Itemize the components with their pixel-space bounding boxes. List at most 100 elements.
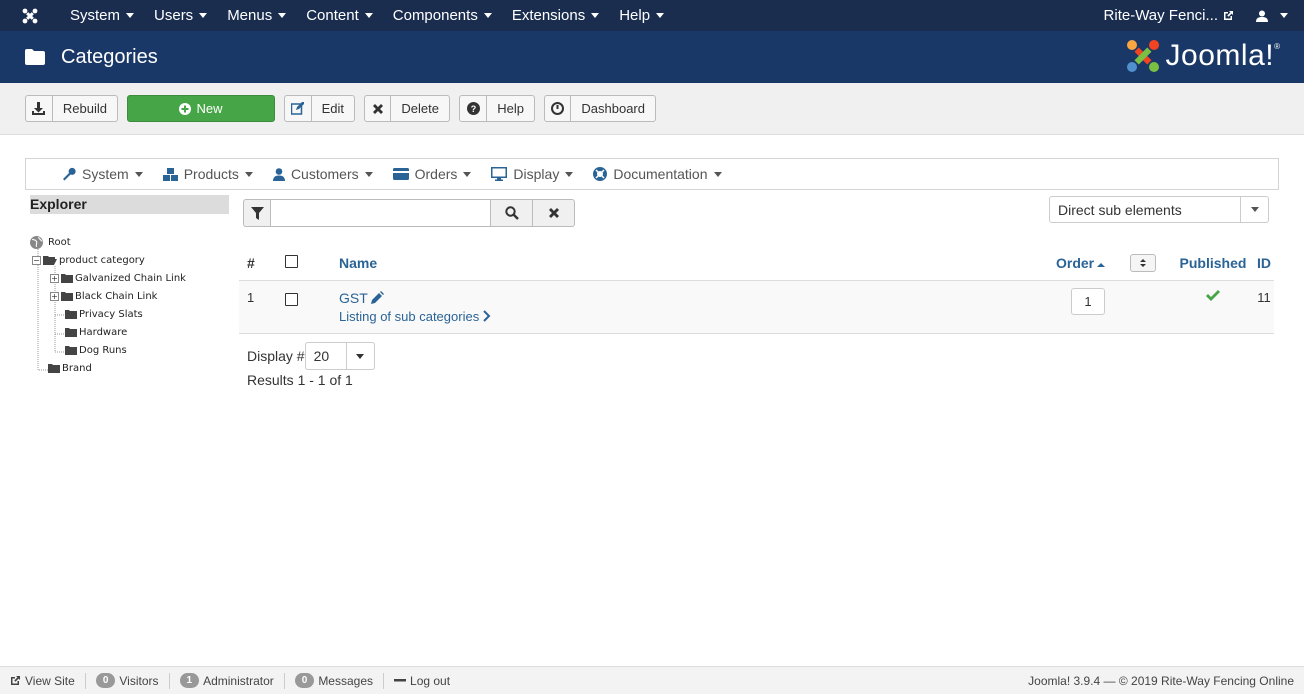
row-checkbox-cell <box>285 280 339 334</box>
tree-node-root[interactable]: Root <box>30 235 71 249</box>
menu-components[interactable]: Components <box>383 0 502 31</box>
menu-extensions[interactable]: Extensions <box>502 0 609 31</box>
expand-icon[interactable]: + <box>50 273 59 283</box>
lifebuoy-icon <box>593 167 608 181</box>
category-name-link[interactable]: GST <box>339 290 368 306</box>
search-icon <box>504 206 519 220</box>
caret-down-icon <box>1280 13 1288 18</box>
folder-icon <box>65 346 77 355</box>
subnav-system[interactable]: System <box>62 166 143 182</box>
page-title: Categories <box>61 45 158 68</box>
search-input[interactable] <box>271 199 491 227</box>
copyright-text: Joomla! 3.9.4 — © 2019 Rite-Way Fencing … <box>1028 673 1294 688</box>
new-button[interactable]: New <box>127 95 275 122</box>
column-header-order[interactable]: Order <box>1056 247 1130 281</box>
subnav-display[interactable]: Display <box>491 166 574 182</box>
page-header: Categories Joomla! ® <box>0 31 1304 83</box>
visitors-status: 0 Visitors <box>86 672 170 689</box>
pencil-icon[interactable] <box>370 291 384 304</box>
view-site-link[interactable]: View Site <box>0 672 86 689</box>
user-icon <box>272 167 285 181</box>
order-input[interactable]: 1 <box>1071 287 1105 315</box>
logout-link[interactable]: Log out <box>384 673 460 689</box>
pagination-limit: Display # 20 <box>247 342 375 370</box>
close-icon <box>548 208 559 218</box>
sub-categories-link[interactable]: Listing of sub categories <box>339 309 479 324</box>
subnav-documentation[interactable]: Documentation <box>593 166 722 182</box>
caret-down-icon <box>364 13 373 18</box>
caret-down-icon <box>345 343 374 369</box>
column-header-id[interactable]: ID <box>1254 247 1274 281</box>
status-bar: View Site 0 Visitors 1 Administrator 0 M… <box>0 666 1304 694</box>
explorer-title: Explorer <box>30 195 229 214</box>
external-link-icon <box>11 676 20 685</box>
subnav-products[interactable]: Products <box>162 166 253 182</box>
row-published-cell <box>1172 280 1254 334</box>
filter-toggle-button[interactable] <box>243 199 271 227</box>
rebuild-button[interactable]: Rebuild <box>25 95 118 122</box>
tree-node-galvanized[interactable]: + Galvanized Chain Link <box>50 271 186 285</box>
tree-node-black-chain-link[interactable]: + Black Chain Link <box>50 289 157 303</box>
collapse-icon[interactable]: − <box>32 255 41 265</box>
row-checkbox[interactable] <box>285 292 298 306</box>
user-icon <box>1256 10 1268 22</box>
help-button[interactable]: ? Help <box>459 95 535 122</box>
column-header-num: # <box>239 247 285 281</box>
menu-content[interactable]: Content <box>296 0 383 31</box>
visitors-badge: 0 <box>95 673 116 688</box>
folder-icon <box>65 328 77 337</box>
toolbar: Rebuild New Edit Delete ? Help Dashboard <box>0 83 1304 135</box>
wrench-icon <box>63 167 76 181</box>
column-header-published[interactable]: Published <box>1172 247 1254 281</box>
caret-down-icon <box>591 13 600 18</box>
row-name-cell: GST Listing of sub categories <box>339 280 1056 334</box>
category-explorer: Explorer Root − product category + Galva… <box>30 195 229 374</box>
admin-status: 1 Administrator <box>170 672 285 689</box>
messages-status[interactable]: 0 Messages <box>285 672 385 689</box>
dashboard-button[interactable]: Dashboard <box>544 95 656 122</box>
display-number-select[interactable]: 20 <box>304 342 375 370</box>
tree-node-brand[interactable]: Brand <box>48 361 92 375</box>
caret-down-icon <box>134 171 143 177</box>
tree-node-privacy-slats[interactable]: Privacy Slats <box>65 307 143 321</box>
folder-icon <box>48 364 60 373</box>
folder-open-icon <box>43 256 57 265</box>
admin-menubar: System Users Menus Content Components Ex… <box>0 0 1304 31</box>
globe-icon <box>30 235 43 249</box>
depth-filter-select[interactable]: Direct sub elements <box>1049 196 1269 223</box>
edit-icon <box>285 96 312 121</box>
user-menu[interactable] <box>1244 10 1304 22</box>
tree-node-hardware[interactable]: Hardware <box>65 325 127 339</box>
column-header-name[interactable]: Name <box>339 247 1056 281</box>
menu-users[interactable]: Users <box>144 0 217 31</box>
select-all-checkbox[interactable] <box>285 255 298 269</box>
subnav-orders[interactable]: Orders <box>392 166 472 182</box>
joomla-logo-icon[interactable] <box>0 0 60 31</box>
tree-node-product-category[interactable]: − product category <box>32 253 145 267</box>
delete-button[interactable]: Delete <box>364 95 450 122</box>
menu-help[interactable]: Help <box>609 0 674 31</box>
expand-icon[interactable]: + <box>50 291 59 301</box>
search-button[interactable] <box>491 199 533 227</box>
edit-button[interactable]: Edit <box>284 95 355 122</box>
check-icon[interactable] <box>1206 289 1220 302</box>
folder-icon <box>61 274 73 283</box>
clear-search-button[interactable] <box>533 199 575 227</box>
messages-badge: 0 <box>294 673 315 688</box>
question-icon: ? <box>460 96 488 121</box>
caret-down-icon <box>126 13 135 18</box>
minus-icon <box>394 679 407 682</box>
joomla-mark-icon <box>1126 40 1159 72</box>
subnav-customers[interactable]: Customers <box>272 166 373 182</box>
site-link[interactable]: Rite-Way Fenci... <box>1094 7 1244 24</box>
cubes-icon <box>162 167 178 181</box>
joomla-brand-logo: Joomla! ® <box>1124 37 1280 75</box>
caret-down-icon <box>199 13 208 18</box>
categories-table: # Name Order Published ID 1 GST Listing … <box>239 247 1274 334</box>
save-order-button[interactable] <box>1130 254 1156 273</box>
menu-system[interactable]: System <box>60 0 144 31</box>
monitor-icon <box>491 167 508 181</box>
credit-card-icon <box>392 168 409 180</box>
menu-menus[interactable]: Menus <box>217 0 296 31</box>
tree-node-dog-runs[interactable]: Dog Runs <box>65 343 127 357</box>
